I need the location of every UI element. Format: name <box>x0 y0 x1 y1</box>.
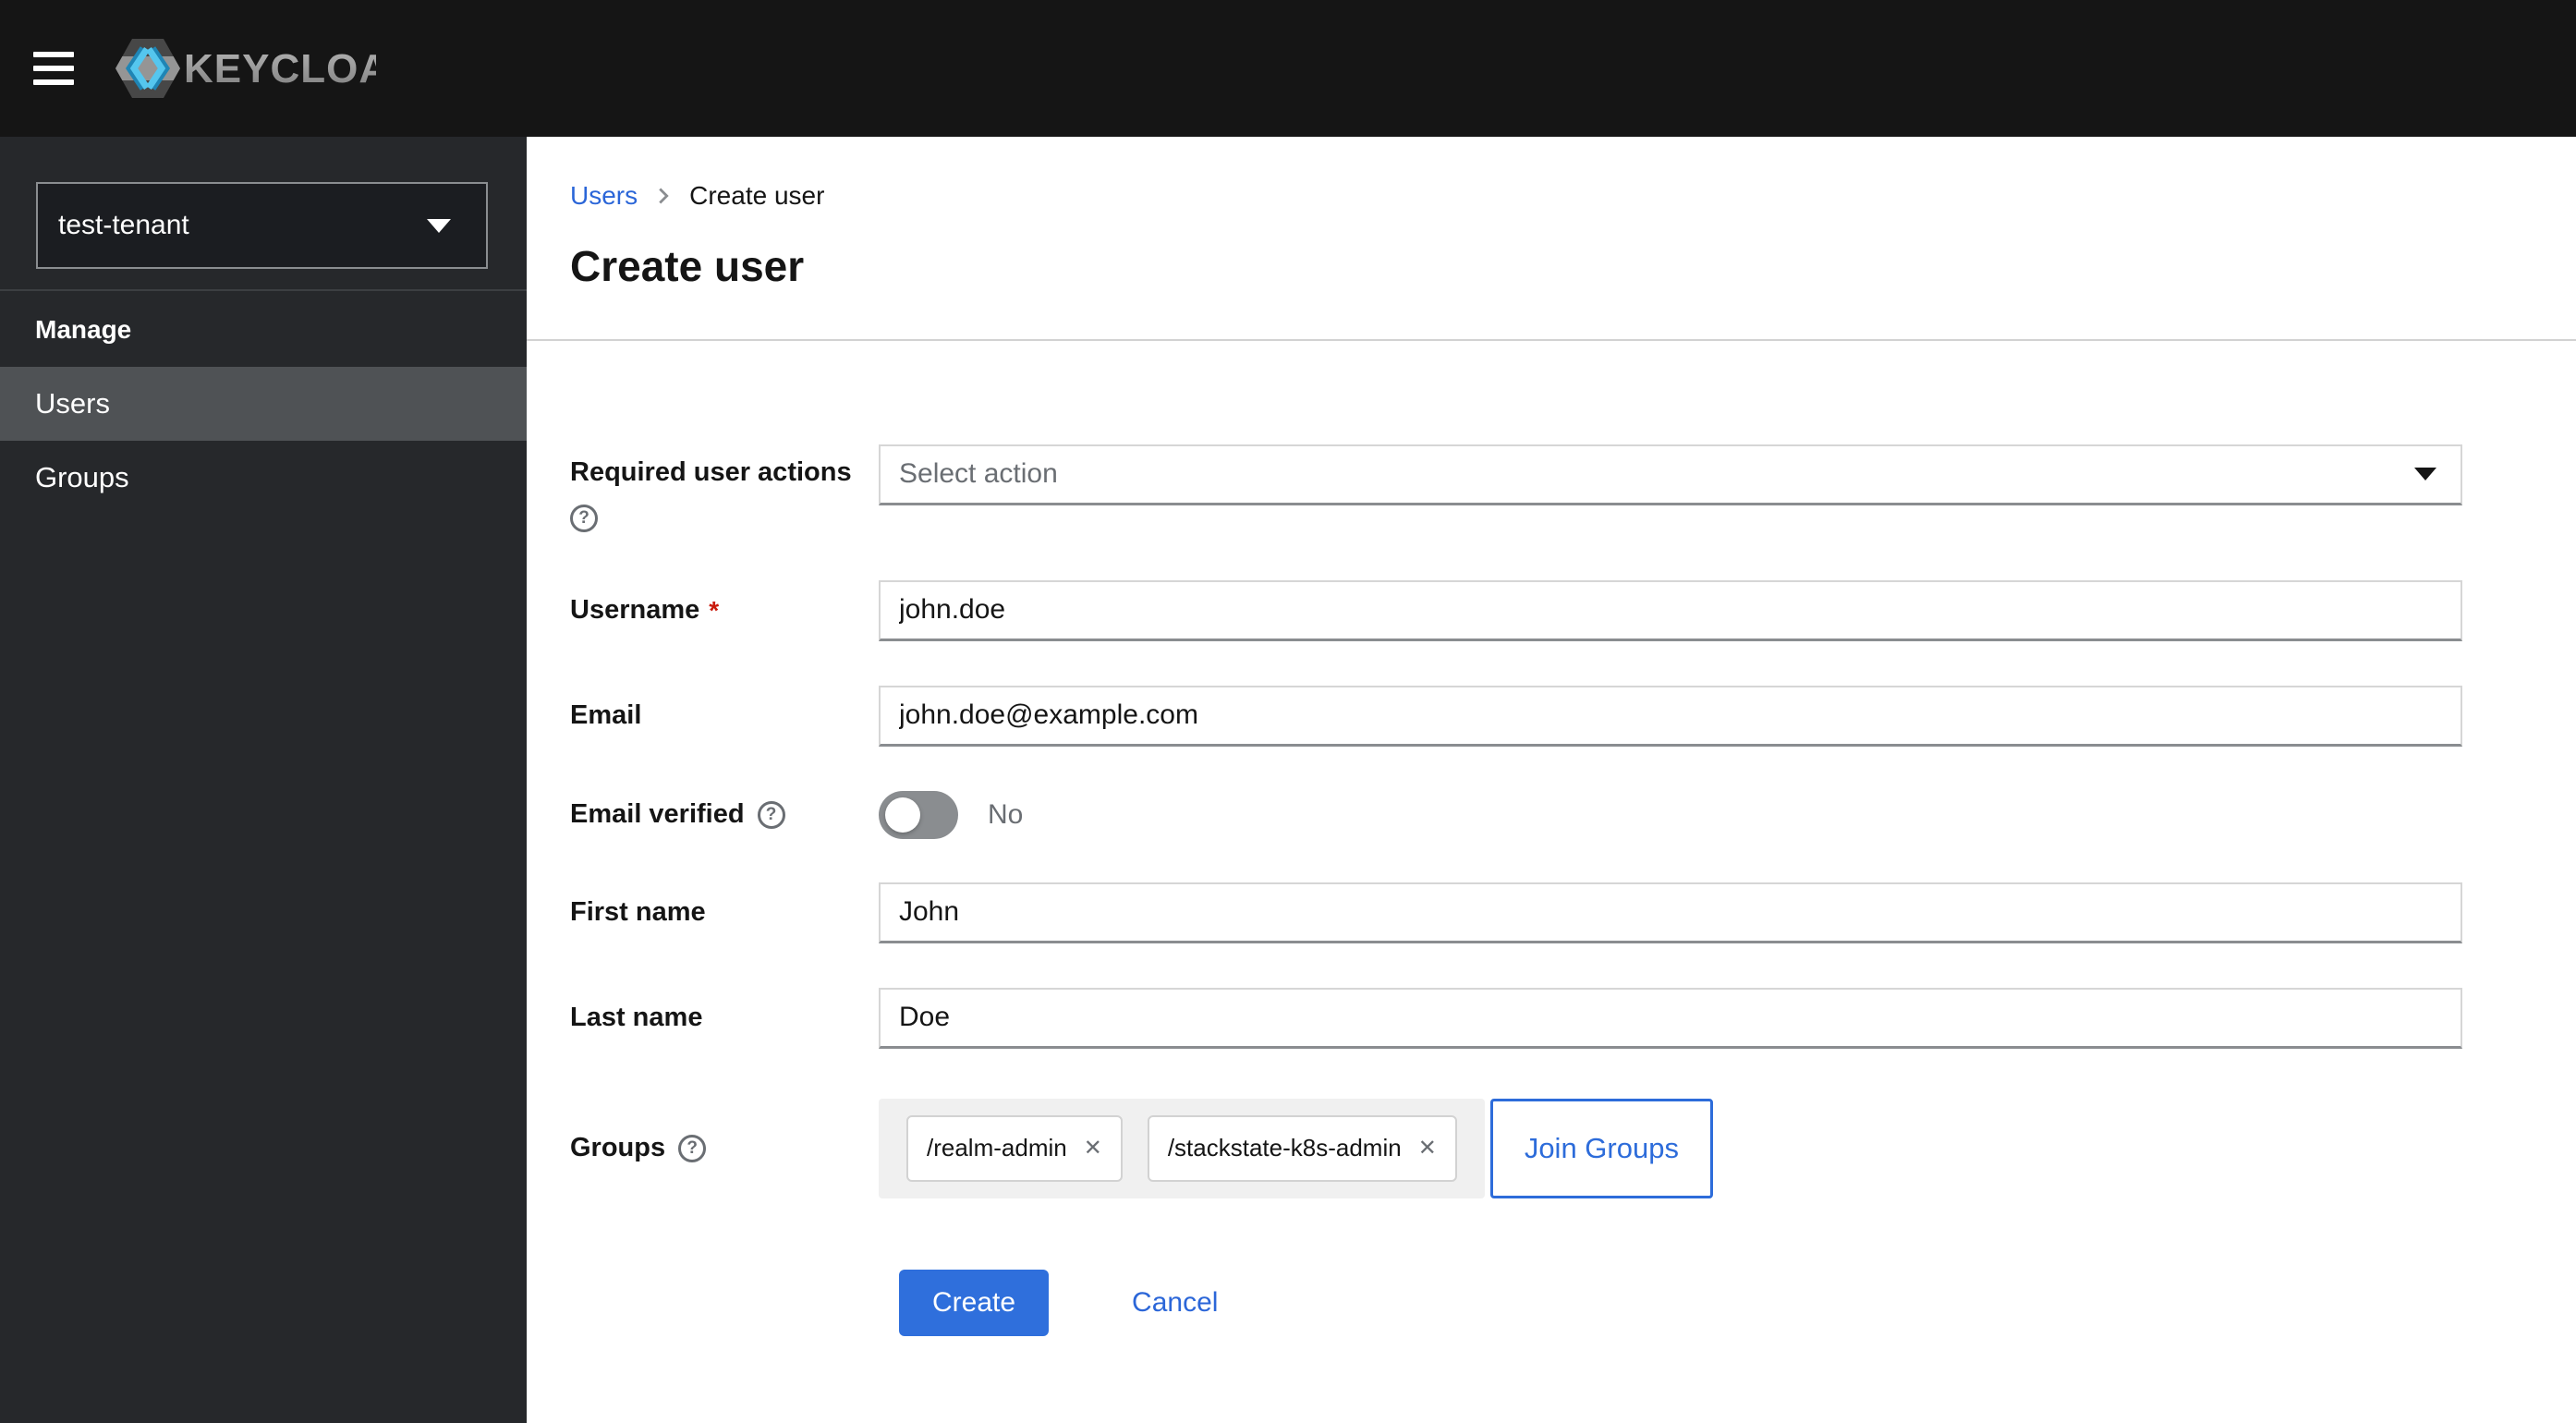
email-label: Email <box>570 700 642 731</box>
username-label: Username <box>570 595 700 626</box>
create-user-form: Required user actions ? Select action Us… <box>527 341 2576 1336</box>
masthead: KEYCLOAK <box>0 0 2576 137</box>
hamburger-bar <box>33 52 74 57</box>
breadcrumb-users-link[interactable]: Users <box>570 181 638 211</box>
sidebar-item-groups[interactable]: Groups <box>0 441 527 515</box>
email-verified-control: No <box>879 790 2462 839</box>
required-user-actions-row: Required user actions ? Select action <box>570 444 2462 532</box>
toggle-knob <box>885 797 920 833</box>
help-icon[interactable]: ? <box>570 504 598 532</box>
email-verified-label-cell: Email verified ? <box>570 799 879 830</box>
email-verified-row: Email verified ? No <box>570 790 2462 839</box>
sidebar-item-label: Groups <box>35 461 129 493</box>
email-verified-state: No <box>988 798 1024 830</box>
hamburger-bar <box>33 79 74 85</box>
username-control <box>879 579 2462 641</box>
help-icon[interactable]: ? <box>678 1134 707 1162</box>
chevron-down-icon <box>427 218 451 233</box>
required-user-actions-label-cell: Required user actions ? <box>570 444 879 532</box>
page-title: Create user <box>570 242 805 290</box>
email-verified-toggle[interactable] <box>879 790 958 839</box>
required-user-actions-label: Required user actions <box>570 456 852 487</box>
group-chip: /realm-admin ✕ <box>906 1114 1123 1182</box>
group-chip-list: /realm-admin ✕ /stackstate-k8s-admin ✕ <box>879 1098 1485 1198</box>
email-input[interactable] <box>879 685 2462 747</box>
select-placeholder: Select action <box>899 458 1058 490</box>
join-groups-button[interactable]: Join Groups <box>1489 1098 1713 1198</box>
email-control <box>879 685 2462 747</box>
realm-selector-value: test-tenant <box>58 210 189 240</box>
main-content: Users Create user Create user Required u… <box>527 137 2576 1423</box>
email-label-cell: Email <box>570 700 879 731</box>
help-icon[interactable]: ? <box>757 800 785 829</box>
first-name-control <box>879 882 2462 943</box>
body-split: test-tenant Manage Users Groups Users Cr… <box>0 137 2576 1423</box>
cancel-button[interactable]: Cancel <box>1132 1287 1218 1319</box>
keycloak-logo-icon: KEYCLOAK <box>115 39 376 98</box>
sidebar-item-label: Users <box>35 387 110 420</box>
chevron-right-icon <box>654 187 673 205</box>
group-chip-text: /stackstate-k8s-admin <box>1167 1134 1402 1162</box>
keycloak-admin-page: KEYCLOAK test-tenant Manage Users Groups <box>0 0 2576 1423</box>
chip-remove-icon[interactable]: ✕ <box>1418 1135 1437 1162</box>
email-verified-switch-wrap: No <box>879 790 2462 839</box>
last-name-row: Last name <box>570 987 2462 1049</box>
caret-down-icon <box>2414 468 2436 481</box>
sidebar-toggle-hamburger-icon[interactable] <box>33 52 74 85</box>
breadcrumb: Users Create user <box>527 137 2576 211</box>
last-name-label: Last name <box>570 1003 703 1033</box>
username-label-cell: Username * <box>570 595 879 626</box>
groups-label-cell: Groups ? <box>570 1133 879 1163</box>
brand-text: KEYCLOAK <box>184 46 376 91</box>
groups-row: Groups ? /realm-admin ✕ /stackstate-k8s-… <box>570 1098 2462 1198</box>
username-row: Username * <box>570 579 2462 641</box>
groups-label: Groups <box>570 1133 666 1163</box>
first-name-input[interactable] <box>879 882 2462 943</box>
sidebar-item-users[interactable]: Users <box>0 367 527 441</box>
sidebar: test-tenant Manage Users Groups <box>0 137 527 1423</box>
chip-remove-icon[interactable]: ✕ <box>1084 1135 1102 1162</box>
username-input[interactable] <box>879 579 2462 641</box>
first-name-label-cell: First name <box>570 897 879 928</box>
realm-selector[interactable]: test-tenant <box>36 182 488 269</box>
first-name-label: First name <box>570 897 706 928</box>
groups-control: /realm-admin ✕ /stackstate-k8s-admin ✕ J… <box>879 1098 2462 1198</box>
last-name-input[interactable] <box>879 987 2462 1049</box>
email-verified-label: Email verified <box>570 799 745 830</box>
group-chip-text: /realm-admin <box>927 1134 1067 1162</box>
required-user-actions-control: Select action <box>879 444 2462 505</box>
group-chip: /stackstate-k8s-admin ✕ <box>1147 1114 1457 1182</box>
required-asterisk: * <box>709 595 720 625</box>
email-row: Email <box>570 685 2462 747</box>
actions-cell: Create Cancel <box>879 1269 2462 1336</box>
create-button[interactable]: Create <box>899 1269 1050 1336</box>
hamburger-bar <box>33 66 74 71</box>
nav-section-title: Manage <box>35 315 132 344</box>
required-user-actions-select[interactable]: Select action <box>879 444 2462 505</box>
nav-list: Users Groups <box>0 367 527 515</box>
form-actions-row: Create Cancel <box>570 1269 2462 1336</box>
breadcrumb-current: Create user <box>689 181 825 210</box>
last-name-control <box>879 987 2462 1049</box>
last-name-label-cell: Last name <box>570 1003 879 1033</box>
keycloak-logo: KEYCLOAK <box>115 35 376 102</box>
first-name-row: First name <box>570 882 2462 943</box>
